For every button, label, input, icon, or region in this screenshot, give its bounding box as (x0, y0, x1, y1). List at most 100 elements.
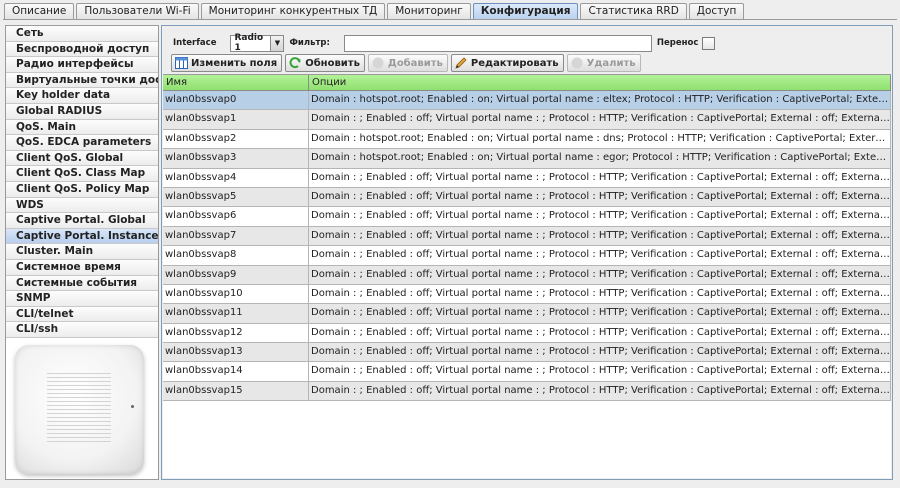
row-options-cell: Domain : hotspot.root; Enabled : on; Vir… (309, 91, 891, 110)
sidebar-item-client-qos-class-map[interactable]: Client QoS. Class Map (6, 166, 158, 182)
sidebar-item-global-radius[interactable]: Global RADIUS (6, 103, 158, 120)
table-row[interactable]: wlan0bssvap13 Domain : ; Enabled : off; V… (163, 343, 891, 363)
table-row[interactable]: wlan0bssvap5 Domain : ; Enabled : off; Vi… (163, 187, 891, 208)
refresh-button[interactable]: Обновить (285, 54, 365, 72)
delete-label: Удалить (586, 57, 636, 69)
sidebar-item-client-qos-global[interactable]: Client QoS. Global (6, 150, 158, 167)
row-name-cell: wlan0bssvap12 (163, 323, 309, 343)
tab-configuration[interactable]: Конфигурация (472, 3, 579, 20)
row-name-cell: wlan0bssvap0 (163, 91, 309, 110)
row-options-cell: Domain : ; Enabled : off; Virtual portal… (309, 207, 891, 226)
row-options-cell: Domain : ; Enabled : off; Virtual portal… (309, 304, 891, 323)
tab-access[interactable]: Доступ (688, 3, 745, 20)
sidebar-item-client-qos-policy-map[interactable]: Client QoS. Policy Map (6, 181, 158, 198)
table-header: Имя Опции (163, 75, 891, 91)
table-body: wlan0bssvap0 Domain : hotspot.root; Enabl… (163, 91, 891, 402)
delete-icon (570, 56, 584, 70)
row-name-cell: wlan0bssvap13 (163, 343, 309, 362)
table-row[interactable]: wlan0bssvap15 Domain : ; Enabled : off; V… (163, 381, 891, 402)
sidebar-item-virtual-access-points[interactable]: Виртуальные точки доступа (6, 72, 158, 89)
refresh-label: Обновить (305, 57, 360, 69)
tab-rrd-statistics[interactable]: Статистика RRD (580, 3, 687, 20)
add-button[interactable]: Добавить (367, 54, 448, 72)
row-name-cell: wlan0bssvap11 (163, 304, 309, 323)
row-name-cell: wlan0bssvap14 (163, 362, 309, 381)
sidebar-item-network[interactable]: Сеть (6, 26, 158, 42)
row-name-cell: wlan0bssvap15 (163, 381, 309, 401)
row-name-cell: wlan0bssvap10 (163, 284, 309, 304)
column-header-options[interactable]: Опции (309, 75, 891, 90)
edit-label: Редактировать (470, 57, 559, 69)
sidebar-item-wds[interactable]: WDS (6, 197, 158, 214)
row-name-cell: wlan0bssvap9 (163, 265, 309, 284)
sidebar-item-captive-portal-global[interactable]: Captive Portal. Global (6, 213, 158, 229)
edit-fields-button[interactable]: Изменить поля (171, 54, 283, 72)
row-options-cell: Domain : ; Enabled : off; Virtual portal… (309, 187, 891, 207)
filter-row: Interface Radio 1 ▼ Фильтр: Перенос (173, 33, 716, 53)
table-row[interactable]: wlan0bssvap7 Domain : ; Enabled : off; Vi… (163, 226, 891, 247)
table-row[interactable]: wlan0bssvap3 Domain : hotspot.root; Enabl… (163, 149, 891, 169)
filter-label: Фильтр: (289, 38, 330, 48)
row-options-cell: Domain : ; Enabled : off; Virtual portal… (309, 168, 891, 187)
row-name-cell: wlan0bssvap6 (163, 207, 309, 226)
table-row[interactable]: wlan0bssvap6 Domain : ; Enabled : off; Vi… (163, 207, 891, 227)
sidebar-item-cluster-main[interactable]: Cluster. Main (6, 244, 158, 260)
delete-button[interactable]: Удалить (566, 54, 641, 72)
sidebar-item-cli-ssh[interactable]: CLI/ssh (6, 322, 158, 338)
sidebar-item-system-time[interactable]: Системное время (6, 259, 158, 276)
table-row[interactable]: wlan0bssvap4 Domain : ; Enabled : off; Vi… (163, 168, 891, 188)
device-led-indicator (131, 405, 134, 408)
tab-competitor-monitoring[interactable]: Мониторинг конкурентных ТД (200, 3, 386, 20)
device-vent-grille (47, 373, 111, 443)
dropdown-arrow-icon[interactable]: ▼ (270, 35, 284, 51)
wrap-label: Перенос (656, 38, 699, 48)
config-sidebar: Сеть Беспроводной доступ Радио интерфейс… (5, 25, 159, 480)
row-options-cell: Domain : ; Enabled : off; Virtual portal… (309, 362, 891, 381)
edit-button[interactable]: Редактировать (450, 54, 564, 72)
column-header-name[interactable]: Имя (163, 75, 309, 90)
refresh-icon (288, 56, 302, 70)
interface-select-value: Radio 1 (234, 33, 264, 53)
table-row[interactable]: wlan0bssvap2 Domain : hotspot.root; Enabl… (163, 129, 891, 150)
interface-select[interactable]: Radio 1 ▼ (230, 33, 285, 53)
sidebar-item-qos-main[interactable]: QoS. Main (6, 119, 158, 136)
sidebar-item-qos-edca[interactable]: QoS. EDCA parameters (6, 135, 158, 151)
sidebar-item-key-holder-data[interactable]: Key holder data (6, 88, 158, 104)
sidebar-item-wireless-access[interactable]: Беспроводной доступ (6, 41, 158, 58)
row-options-cell: Domain : ; Enabled : off; Virtual portal… (309, 110, 891, 129)
add-icon (371, 56, 385, 70)
device-image-area (6, 339, 158, 479)
sidebar-item-captive-portal-instance[interactable]: Captive Portal. Instance (6, 228, 158, 245)
filter-input[interactable] (343, 34, 652, 52)
row-name-cell: wlan0bssvap3 (163, 149, 309, 168)
top-tab-bar: Описание Пользователи Wi-Fi Мониторинг к… (4, 3, 746, 20)
sidebar-item-cli-telnet[interactable]: CLI/telnet (6, 306, 158, 323)
row-options-cell: Domain : ; Enabled : off; Virtual portal… (309, 265, 891, 284)
row-name-cell: wlan0bssvap8 (163, 246, 309, 265)
table-row[interactable]: wlan0bssvap0 Domain : hotspot.root; Enabl… (163, 91, 891, 111)
table-row[interactable]: wlan0bssvap8 Domain : ; Enabled : off; Vi… (163, 246, 891, 266)
row-options-cell: Domain : ; Enabled : off; Virtual portal… (309, 381, 891, 401)
row-options-cell: Domain : ; Enabled : off; Virtual portal… (309, 246, 891, 265)
row-name-cell: wlan0bssvap7 (163, 226, 309, 246)
row-name-cell: wlan0bssvap5 (163, 187, 309, 207)
table-row[interactable]: wlan0bssvap1 Domain : ; Enabled : off; Vi… (163, 110, 891, 130)
table-row[interactable]: wlan0bssvap9 Domain : ; Enabled : off; Vi… (163, 265, 891, 285)
row-name-cell: wlan0bssvap2 (163, 129, 309, 149)
wrap-checkbox[interactable] (702, 36, 716, 50)
table-row[interactable]: wlan0bssvap12 Domain : ; Enabled : off; V… (163, 323, 891, 344)
tab-wifi-users[interactable]: Пользователи Wi-Fi (76, 3, 199, 20)
sidebar-item-radio-interfaces[interactable]: Радио интерфейсы (6, 57, 158, 73)
edit-fields-label: Изменить поля (191, 57, 278, 69)
tab-divider (3, 19, 897, 20)
toolbar: Изменить поля Обновить Добавить Редактир… (171, 54, 644, 72)
interface-label: Interface (173, 38, 217, 48)
table-row[interactable]: wlan0bssvap10 Domain : ; Enabled : off; V… (163, 284, 891, 305)
instances-table: Имя Опции wlan0bssvap0 Domain : hotspot.r… (163, 74, 891, 478)
sidebar-item-snmp[interactable]: SNMP (6, 291, 158, 307)
sidebar-item-system-events[interactable]: Системные события (6, 275, 158, 292)
table-row[interactable]: wlan0bssvap14 Domain : ; Enabled : off; V… (163, 362, 891, 382)
tab-description[interactable]: Описание (4, 3, 75, 20)
tab-monitoring[interactable]: Мониторинг (387, 3, 471, 20)
table-row[interactable]: wlan0bssvap11 Domain : ; Enabled : off; V… (163, 304, 891, 324)
